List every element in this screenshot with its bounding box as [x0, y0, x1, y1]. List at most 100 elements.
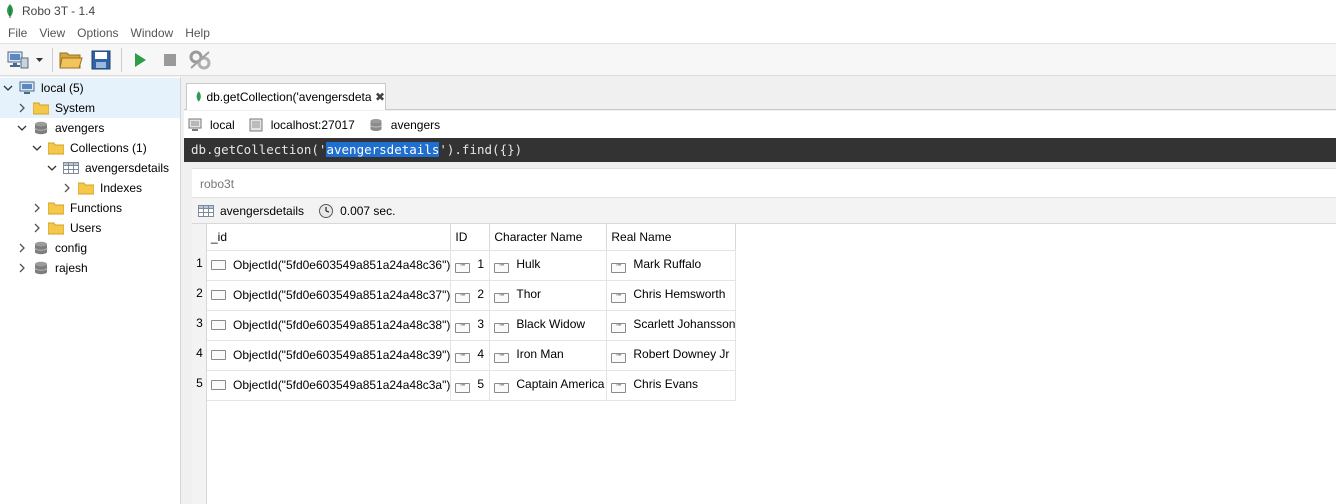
- table-row[interactable]: ObjectId("5fd0e603549a851a24a48c36") "" 1…: [207, 250, 737, 281]
- table-row[interactable]: ObjectId("5fd0e603549a851a24a48c3a") "" 5…: [207, 370, 737, 401]
- save-button[interactable]: [87, 46, 115, 74]
- tree-item-config[interactable]: config: [0, 238, 87, 258]
- cell-text: Scarlett Johansson: [633, 317, 736, 331]
- string-type-icon: "": [611, 293, 627, 303]
- chevron-down-icon[interactable]: [32, 143, 42, 153]
- column-header-character-name[interactable]: Character Name: [489, 224, 608, 251]
- tab-query[interactable]: db.getCollection('avengersdetai... ✖: [186, 83, 386, 110]
- cell-real-name[interactable]: "" Mark Ruffalo: [606, 250, 737, 281]
- chevron-right-icon[interactable]: [62, 183, 72, 193]
- window-title: Robo 3T - 1.4: [22, 4, 96, 18]
- open-folder-icon: [59, 52, 83, 68]
- column-header-ID[interactable]: ID: [450, 224, 491, 251]
- tree-item-rajesh[interactable]: rajesh: [0, 258, 88, 278]
- cell-real-name[interactable]: "" Robert Downey Jr: [606, 340, 737, 371]
- query-selection: avengersdetails: [326, 142, 440, 157]
- chevron-right-icon[interactable]: [32, 203, 42, 213]
- string-type-icon: "": [494, 263, 510, 273]
- title-bar: Robo 3T - 1.4: [0, 0, 1336, 22]
- close-icon[interactable]: ✖: [375, 90, 385, 104]
- cell-text: 4: [477, 347, 485, 361]
- toolbar-separator: [52, 47, 53, 72]
- string-type-icon: "": [455, 293, 471, 303]
- tree-item-collections[interactable]: Collections (1): [0, 138, 147, 158]
- cell-object-id[interactable]: ObjectId("5fd0e603549a851a24a48c39"): [207, 340, 452, 371]
- tree-item-functions[interactable]: Functions: [0, 198, 122, 218]
- tree-item-users[interactable]: Users: [0, 218, 101, 238]
- tab-bar: db.getCollection('avengersdetai... ✖: [184, 77, 1336, 110]
- menu-window[interactable]: Window: [125, 22, 180, 44]
- result-time: 0.007 sec.: [340, 203, 396, 218]
- table-icon: [63, 162, 79, 174]
- cell-text: Iron Man: [516, 347, 564, 361]
- chevron-down-icon[interactable]: [3, 83, 13, 93]
- cell-character[interactable]: "" Iron Man: [489, 340, 608, 371]
- menu-view[interactable]: View: [33, 22, 71, 44]
- table-row[interactable]: ObjectId("5fd0e603549a851a24a48c38") "" 3…: [207, 310, 737, 341]
- chevron-right-icon[interactable]: [32, 223, 42, 233]
- cell-text: Robert Downey Jr: [633, 347, 730, 361]
- tab-label: db.getCollection('avengersdetai...: [206, 90, 372, 104]
- computer-icon: [19, 81, 35, 94]
- settings-button[interactable]: [186, 46, 214, 74]
- query-editor[interactable]: db.getCollection('avengersdetails').find…: [184, 138, 1336, 162]
- tree-item-indexes[interactable]: Indexes: [0, 178, 142, 198]
- tree-item-avengers[interactable]: avengers: [0, 118, 104, 138]
- chevron-right-icon[interactable]: [17, 103, 27, 113]
- connect-dropdown[interactable]: [34, 46, 44, 74]
- cell-text: Mark Ruffalo: [633, 257, 702, 271]
- tree-label: config: [55, 241, 88, 255]
- cell-object-id[interactable]: ObjectId("5fd0e603549a851a24a48c36"): [207, 250, 452, 281]
- column-header-real-name[interactable]: Real Name: [606, 224, 737, 251]
- tree-item-system[interactable]: System: [0, 98, 180, 118]
- table-header-row: _id ID Character Name Real Name: [207, 224, 737, 251]
- result-collection: avengersdetails: [220, 203, 305, 218]
- column-header-id[interactable]: _id: [207, 224, 452, 251]
- cell-real-name[interactable]: "" Chris Evans: [606, 370, 737, 401]
- cell-ID[interactable]: "" 1: [450, 250, 491, 281]
- cell-real-name[interactable]: "" Chris Hemsworth: [606, 280, 737, 311]
- cell-ID[interactable]: "" 4: [450, 340, 491, 371]
- menu-options[interactable]: Options: [71, 22, 124, 44]
- connection-server: local: [188, 118, 235, 132]
- execute-button[interactable]: [126, 46, 154, 74]
- computer-icon: [188, 118, 202, 131]
- connect-button[interactable]: [4, 46, 32, 74]
- row-number: 1: [196, 256, 203, 270]
- menu-file[interactable]: File: [2, 22, 33, 44]
- tree-item-avengersdetails[interactable]: avengersdetails: [0, 158, 169, 178]
- cell-object-id[interactable]: ObjectId("5fd0e603549a851a24a48c3a"): [207, 370, 452, 401]
- tree-label: avengersdetails: [85, 161, 170, 175]
- cell-ID[interactable]: "" 2: [450, 280, 491, 311]
- open-button[interactable]: [57, 46, 85, 74]
- cell-text: 2: [477, 287, 485, 301]
- chevron-right-icon[interactable]: [17, 263, 27, 273]
- cell-character[interactable]: "" Thor: [489, 280, 608, 311]
- row-number: 2: [196, 286, 203, 300]
- chevron-right-icon[interactable]: [17, 243, 27, 253]
- cell-text: Captain America: [516, 377, 605, 391]
- tree-label: rajesh: [55, 261, 88, 275]
- stop-button[interactable]: [156, 46, 184, 74]
- cell-object-id[interactable]: ObjectId("5fd0e603549a851a24a48c37"): [207, 280, 452, 311]
- query-prefix: db.getCollection(': [191, 142, 327, 157]
- tree-connection-local[interactable]: local (5): [0, 78, 180, 98]
- cell-character[interactable]: "" Captain America: [489, 370, 608, 401]
- tree-label: Indexes: [100, 181, 143, 195]
- cell-real-name[interactable]: "" Scarlett Johansson: [606, 310, 737, 341]
- string-type-icon: "": [611, 353, 627, 363]
- tree-label: Collections (1): [70, 141, 147, 155]
- cell-character[interactable]: "" Black Widow: [489, 310, 608, 341]
- explorer-tree: local (5) System avengers Collections (1…: [0, 77, 181, 504]
- table-row[interactable]: ObjectId("5fd0e603549a851a24a48c39") "" 4…: [207, 340, 737, 371]
- cell-text: Chris Evans: [633, 377, 699, 391]
- cell-object-id[interactable]: ObjectId("5fd0e603549a851a24a48c38"): [207, 310, 452, 341]
- cell-ID[interactable]: "" 5: [450, 370, 491, 401]
- chevron-down-icon[interactable]: [47, 163, 57, 173]
- cell-character[interactable]: "" Hulk: [489, 250, 608, 281]
- menu-help[interactable]: Help: [179, 22, 216, 44]
- cell-ID[interactable]: "" 3: [450, 310, 491, 341]
- chevron-down-icon[interactable]: [17, 123, 27, 133]
- table-row[interactable]: ObjectId("5fd0e603549a851a24a48c37") "" 2…: [207, 280, 737, 311]
- string-type-icon: "": [455, 323, 471, 333]
